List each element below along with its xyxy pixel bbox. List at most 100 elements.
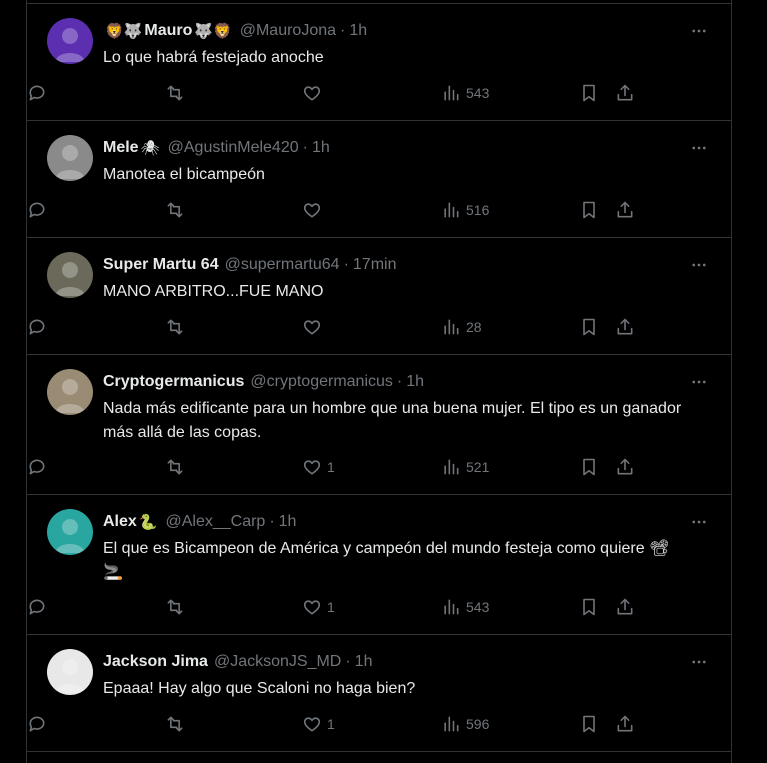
tweet-header: Cryptogermanicus @cryptogermanicus · 1h (103, 371, 711, 393)
avatar[interactable] (47, 135, 93, 181)
views-button[interactable]: 521 (441, 456, 489, 478)
tweet-timestamp[interactable]: 1h (312, 139, 330, 157)
views-button[interactable]: 543 (441, 82, 489, 104)
retweet-button[interactable] (165, 316, 190, 338)
reply-icon (29, 599, 45, 615)
tweet[interactable]: 🦁🐺 Mauro 🐺🦁 @MauroJona · 1h Lo que habrá… (27, 4, 731, 121)
bookmark-icon (583, 458, 595, 476)
share-button[interactable] (615, 713, 635, 735)
user-handle[interactable]: @cryptogermanicus (250, 373, 393, 391)
retweet-icon (167, 716, 183, 732)
display-name[interactable]: Mauro (144, 22, 192, 40)
reply-button[interactable] (27, 199, 52, 221)
tweet-timestamp[interactable]: 1h (279, 513, 297, 531)
like-button[interactable] (302, 316, 327, 338)
views-button[interactable]: 28 (441, 316, 482, 338)
avatar[interactable] (47, 649, 93, 695)
like-button[interactable]: 1 (302, 456, 335, 478)
timeline-feed: 🦁🐺 Mauro 🐺🦁 @MauroJona · 1h Lo que habrá… (26, 0, 732, 763)
share-button[interactable] (615, 316, 635, 338)
bookmark-button[interactable] (579, 316, 599, 338)
share-button[interactable] (615, 596, 635, 618)
user-handle[interactable]: @Alex__Carp (165, 513, 265, 531)
avatar[interactable] (47, 369, 93, 415)
more-horizontal-icon[interactable] (687, 510, 711, 534)
display-name[interactable]: Super Martu 64 (103, 256, 219, 274)
display-name[interactable]: Jackson Jima (103, 653, 208, 671)
retweet-button[interactable] (165, 596, 190, 618)
views-button[interactable]: 596 (441, 713, 489, 735)
bookmark-button[interactable] (579, 596, 599, 618)
reply-button[interactable] (27, 596, 52, 618)
reply-button[interactable] (27, 713, 52, 735)
avatar[interactable] (47, 18, 93, 64)
share-button[interactable] (615, 199, 635, 221)
tweet-timestamp[interactable]: 1h (355, 653, 373, 671)
heart-icon (303, 460, 321, 475)
more-horizontal-icon[interactable] (687, 370, 711, 394)
tweet-header: 🦁🐺 Mauro 🐺🦁 @MauroJona · 1h (103, 20, 711, 42)
like-button[interactable]: 1 (302, 596, 335, 618)
user-handle[interactable]: @JacksonJS_MD (214, 653, 341, 671)
tweet[interactable]: Jackson Jima @JacksonJS_MD · 1h Epaaa! H… (27, 635, 731, 752)
like-count: 1 (327, 459, 335, 475)
tweet[interactable]: Cryptogermanicus @cryptogermanicus · 1h … (27, 355, 731, 495)
separator-dot: · (302, 139, 308, 156)
like-count: 1 (327, 599, 335, 615)
tweet-header: Super Martu 64 @supermartu64 · 17min (103, 254, 711, 276)
avatar[interactable] (47, 252, 93, 298)
tweet[interactable]: Alex 🐍 @Alex__Carp · 1h El que es Bicamp… (27, 495, 731, 635)
bookmark-button[interactable] (579, 456, 599, 478)
retweet-button[interactable] (165, 199, 190, 221)
avatar[interactable] (47, 509, 93, 555)
more-horizontal-icon[interactable] (687, 650, 711, 674)
reply-icon (29, 319, 45, 335)
reply-button[interactable] (27, 456, 52, 478)
views-chart-icon (444, 202, 459, 218)
display-name[interactable]: Mele (103, 139, 139, 157)
views-chart-icon (444, 716, 459, 732)
tweet-actions: 1 521 (27, 456, 731, 478)
display-name[interactable]: Alex (103, 513, 137, 531)
user-handle[interactable]: @MauroJona (240, 22, 336, 40)
views-button[interactable]: 516 (441, 199, 489, 221)
retweet-button[interactable] (165, 82, 190, 104)
retweet-icon (167, 459, 183, 475)
views-button[interactable]: 543 (441, 596, 489, 618)
user-handle[interactable]: @supermartu64 (225, 256, 340, 274)
heart-icon (303, 86, 321, 101)
more-horizontal-icon[interactable] (687, 136, 711, 160)
name-emoji-after: 🐍 (138, 513, 158, 531)
user-handle[interactable]: @AgustinMele420 (168, 139, 299, 157)
like-button[interactable] (302, 82, 327, 104)
avatar-image (47, 18, 93, 64)
name-emoji-after: 🐺🦁 (194, 22, 232, 40)
share-button[interactable] (615, 82, 635, 104)
retweet-button[interactable] (165, 713, 190, 735)
tweet[interactable]: Super Martu 64 @supermartu64 · 17min MAN… (27, 238, 731, 355)
display-name[interactable]: Cryptogermanicus (103, 373, 244, 391)
bookmark-button[interactable] (579, 199, 599, 221)
bookmark-button[interactable] (579, 713, 599, 735)
name-emoji-before: 🦁🐺 (105, 22, 143, 40)
tweet-timestamp[interactable]: 1h (406, 373, 424, 391)
like-button[interactable] (302, 199, 327, 221)
view-count: 516 (466, 202, 490, 218)
share-button[interactable] (615, 456, 635, 478)
avatar-image (47, 509, 93, 555)
tweet[interactable]: Mele 🕷 @AgustinMele420 · 1h Manotea el b… (27, 121, 731, 238)
tweet-timestamp[interactable]: 1h (349, 22, 367, 40)
tweet-text: MANO ARBITRO...FUE MANO (103, 283, 324, 300)
more-horizontal-icon[interactable] (687, 19, 711, 43)
avatar-image (47, 649, 93, 695)
share-icon (617, 598, 633, 615)
reply-button[interactable] (27, 82, 52, 104)
reply-button[interactable] (27, 316, 52, 338)
retweet-button[interactable] (165, 456, 190, 478)
like-button[interactable]: 1 (302, 713, 335, 735)
tweet-timestamp[interactable]: 17min (353, 256, 397, 274)
bookmark-button[interactable] (579, 82, 599, 104)
retweet-icon (167, 319, 183, 335)
more-horizontal-icon[interactable] (687, 253, 711, 277)
views-chart-icon (444, 459, 459, 475)
